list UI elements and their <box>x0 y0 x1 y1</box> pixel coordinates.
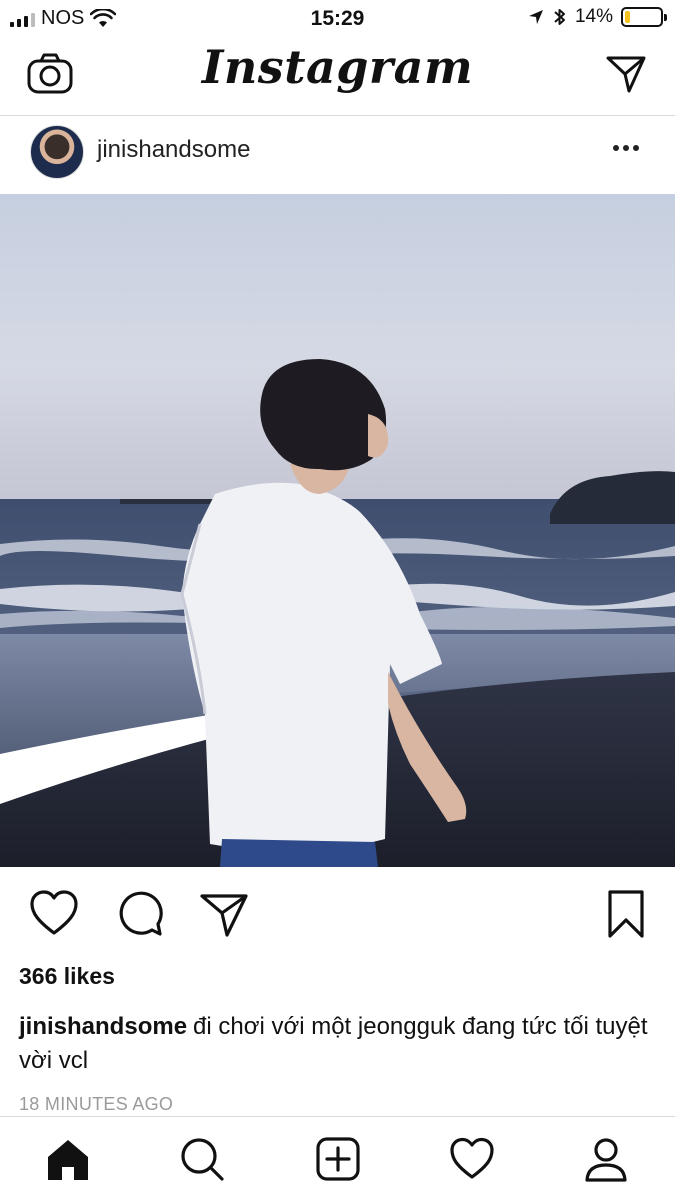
battery-level-fill <box>625 11 630 23</box>
bookmark-icon[interactable] <box>600 888 652 940</box>
battery-icon <box>621 7 667 27</box>
profile-icon[interactable] <box>582 1135 630 1183</box>
add-post-icon[interactable] <box>314 1135 362 1183</box>
post-caption: jinishandsome đi chơi với một jeongguk đa… <box>19 1010 664 1078</box>
search-icon[interactable] <box>178 1135 226 1183</box>
bluetooth-icon <box>554 9 565 25</box>
post-timestamp: 18 MINUTES AGO <box>19 1094 174 1114</box>
heart-icon[interactable] <box>28 888 80 940</box>
home-icon[interactable] <box>44 1135 92 1183</box>
instagram-logo: Instagram <box>201 40 474 94</box>
app-header: Instagram <box>0 38 675 116</box>
post-username[interactable]: jinishandsome <box>97 136 250 164</box>
likes-count[interactable]: 366 likes <box>19 963 115 990</box>
comment-icon[interactable] <box>114 888 166 940</box>
post-actions <box>0 880 675 950</box>
status-bar: NOS 15:29 14% <box>0 0 675 38</box>
more-options-icon[interactable] <box>613 145 639 151</box>
location-icon <box>528 10 543 24</box>
battery-percent: 14% <box>574 6 613 27</box>
avatar[interactable] <box>30 125 84 179</box>
bottom-nav <box>0 1116 675 1200</box>
activity-heart-icon[interactable] <box>448 1135 496 1183</box>
caption-username[interactable]: jinishandsome <box>19 1013 187 1040</box>
beach-photo-image <box>0 194 675 867</box>
share-icon[interactable] <box>198 888 250 940</box>
post-header: jinishandsome <box>0 117 675 194</box>
post-photo[interactable] <box>0 194 675 867</box>
direct-message-icon[interactable] <box>605 54 647 94</box>
status-right: 14% <box>527 6 667 28</box>
